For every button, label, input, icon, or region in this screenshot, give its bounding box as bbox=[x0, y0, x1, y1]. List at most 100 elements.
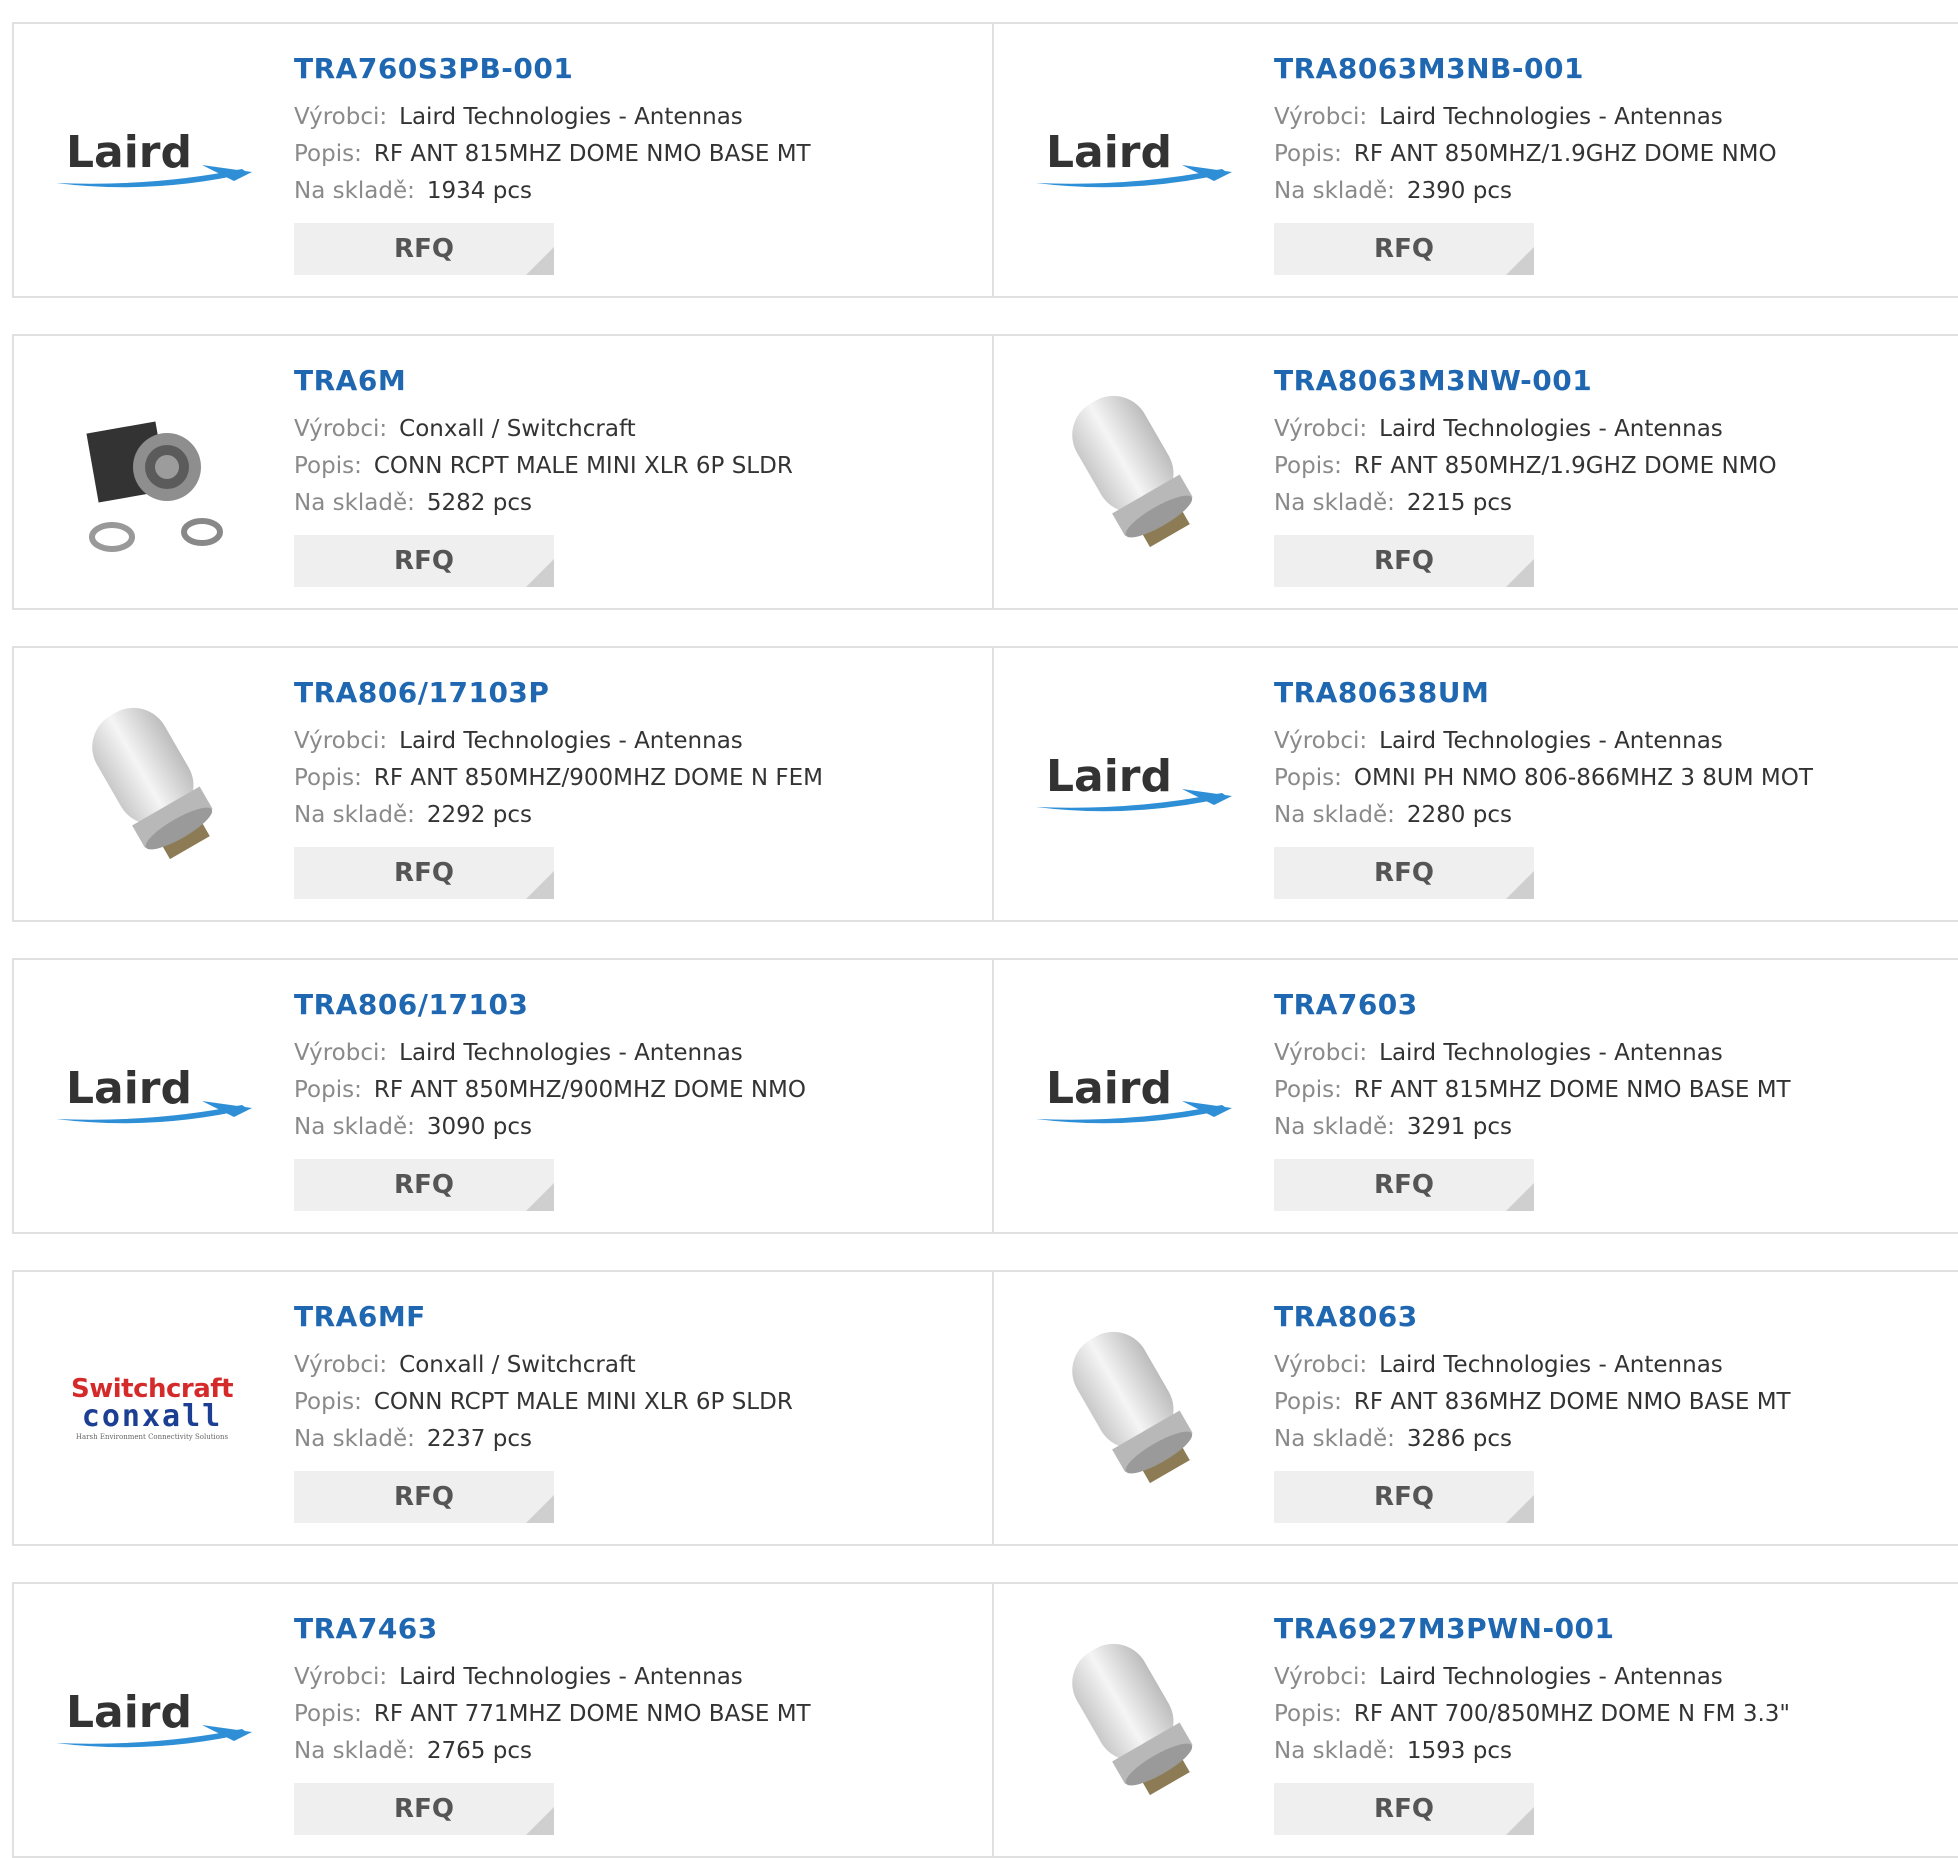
part-number-link[interactable]: TRA80638UM bbox=[1274, 676, 1813, 709]
manufacturer-line: Výrobci: Laird Technologies - Antennas bbox=[294, 723, 823, 760]
stock-line: Na skladě: 2280 pcs bbox=[1274, 797, 1813, 834]
stock-label: Na skladě: bbox=[294, 802, 415, 828]
laird-logo: Laird bbox=[56, 1063, 252, 1124]
description-label: Popis: bbox=[294, 141, 362, 167]
description-line: Popis: CONN RCPT MALE MINI XLR 6P SLDR bbox=[294, 448, 793, 485]
product-row: Laird TRA760S3PB-001 Výrobci: Laird Techn… bbox=[12, 22, 1958, 298]
corner-triangle-icon bbox=[1506, 1183, 1534, 1211]
product-card: Laird TRA806/17103 Výrobci: Laird Technol… bbox=[14, 960, 992, 1232]
rfq-button[interactable]: RFQ bbox=[294, 223, 554, 275]
part-number-link[interactable]: TRA6927M3PWN-001 bbox=[1274, 1612, 1790, 1645]
description-line: Popis: RF ANT 836MHZ DOME NMO BASE MT bbox=[1274, 1384, 1791, 1421]
part-number-link[interactable]: TRA760S3PB-001 bbox=[294, 52, 811, 85]
product-image[interactable]: Laird bbox=[1032, 60, 1232, 260]
corner-triangle-icon bbox=[526, 1807, 554, 1835]
description-label: Popis: bbox=[294, 1701, 362, 1727]
part-number-link[interactable]: TRA6M bbox=[294, 364, 793, 397]
laird-logo: Laird bbox=[56, 1687, 252, 1748]
stock-label: Na skladě: bbox=[1274, 490, 1395, 516]
product-image[interactable] bbox=[1032, 372, 1232, 572]
part-number-link[interactable]: TRA6MF bbox=[294, 1300, 793, 1333]
product-image[interactable] bbox=[52, 684, 252, 884]
product-image[interactable]: Laird bbox=[1032, 996, 1232, 1196]
rfq-button[interactable]: RFQ bbox=[1274, 1471, 1534, 1523]
product-card: Switchcraft conxall Harsh Environment Co… bbox=[14, 1272, 992, 1544]
manufacturer-value: Conxall / Switchcraft bbox=[399, 416, 636, 442]
stock-value: 2765 pcs bbox=[426, 1738, 532, 1764]
corner-triangle-icon bbox=[1506, 1807, 1534, 1835]
logo-text: Laird bbox=[1046, 751, 1172, 802]
description-line: Popis: RF ANT 700/850MHZ DOME N FM 3.3" bbox=[1274, 1696, 1790, 1733]
description-value: OMNI PH NMO 806-866MHZ 3 8UM MOT bbox=[1353, 765, 1813, 791]
manufacturer-value: Laird Technologies - Antennas bbox=[399, 1040, 743, 1066]
rfq-button[interactable]: RFQ bbox=[294, 1159, 554, 1211]
part-number-link[interactable]: TRA806/17103 bbox=[294, 988, 806, 1021]
stock-line: Na skladě: 2765 pcs bbox=[294, 1733, 811, 1770]
stock-label: Na skladě: bbox=[1274, 1114, 1395, 1140]
rfq-button[interactable]: RFQ bbox=[294, 1783, 554, 1835]
corner-triangle-icon bbox=[526, 247, 554, 275]
product-card: Laird TRA7603 Výrobci: Laird Technologies… bbox=[992, 960, 1958, 1232]
part-number-link[interactable]: TRA7603 bbox=[1274, 988, 1791, 1021]
rfq-button[interactable]: RFQ bbox=[1274, 1783, 1534, 1835]
product-row: Laird TRA7463 Výrobci: Laird Technologies… bbox=[12, 1582, 1958, 1858]
product-image[interactable] bbox=[1032, 1620, 1232, 1820]
product-info: TRA7603 Výrobci: Laird Technologies - Ant… bbox=[1274, 988, 1791, 1211]
stock-value: 5282 pcs bbox=[426, 490, 532, 516]
laird-logo: Laird bbox=[56, 127, 252, 188]
manufacturer-value: Laird Technologies - Antennas bbox=[399, 1664, 743, 1690]
stock-line: Na skladě: 1934 pcs bbox=[294, 173, 811, 210]
description-label: Popis: bbox=[1274, 765, 1342, 791]
stock-line: Na skladě: 5282 pcs bbox=[294, 485, 793, 522]
product-image[interactable]: Laird bbox=[52, 60, 252, 260]
manufacturer-value: Laird Technologies - Antennas bbox=[1379, 1040, 1723, 1066]
corner-triangle-icon bbox=[1506, 871, 1534, 899]
product-info: TRA80638UM Výrobci: Laird Technologies - … bbox=[1274, 676, 1813, 899]
product-image[interactable]: Laird bbox=[1032, 684, 1232, 884]
rfq-button[interactable]: RFQ bbox=[1274, 535, 1534, 587]
product-image[interactable] bbox=[1032, 1308, 1232, 1508]
rfq-label: RFQ bbox=[1374, 546, 1434, 576]
logo-text: Laird bbox=[66, 1063, 192, 1114]
manufacturer-value: Laird Technologies - Antennas bbox=[1379, 1664, 1723, 1690]
manufacturer-value: Laird Technologies - Antennas bbox=[1379, 416, 1723, 442]
corner-triangle-icon bbox=[1506, 247, 1534, 275]
product-row: Switchcraft conxall Harsh Environment Co… bbox=[12, 1270, 1958, 1546]
rfq-button[interactable]: RFQ bbox=[294, 535, 554, 587]
description-label: Popis: bbox=[1274, 453, 1342, 479]
corner-triangle-icon bbox=[526, 1495, 554, 1523]
rfq-button[interactable]: RFQ bbox=[294, 1471, 554, 1523]
part-number-link[interactable]: TRA7463 bbox=[294, 1612, 811, 1645]
part-number-link[interactable]: TRA8063M3NW-001 bbox=[1274, 364, 1777, 397]
product-image[interactable] bbox=[52, 372, 252, 572]
product-image[interactable]: Laird bbox=[52, 1620, 252, 1820]
product-info: TRA8063 Výrobci: Laird Technologies - Ant… bbox=[1274, 1300, 1791, 1523]
rfq-button[interactable]: RFQ bbox=[1274, 1159, 1534, 1211]
manufacturer-line: Výrobci: Laird Technologies - Antennas bbox=[1274, 411, 1777, 448]
manufacturer-line: Výrobci: Laird Technologies - Antennas bbox=[1274, 723, 1813, 760]
rfq-label: RFQ bbox=[1374, 1170, 1434, 1200]
stock-value: 2280 pcs bbox=[1406, 802, 1512, 828]
manufacturer-label: Výrobci: bbox=[294, 1352, 388, 1378]
product-card: Laird TRA80638UM Výrobci: Laird Technolog… bbox=[992, 648, 1958, 920]
stock-value: 1934 pcs bbox=[426, 178, 532, 204]
laird-logo: Laird bbox=[1036, 127, 1232, 188]
part-number-link[interactable]: TRA8063 bbox=[1274, 1300, 1791, 1333]
description-line: Popis: CONN RCPT MALE MINI XLR 6P SLDR bbox=[294, 1384, 793, 1421]
description-value: CONN RCPT MALE MINI XLR 6P SLDR bbox=[373, 453, 793, 479]
part-number-link[interactable]: TRA8063M3NB-001 bbox=[1274, 52, 1777, 85]
part-number-link[interactable]: TRA806/17103P bbox=[294, 676, 823, 709]
stock-value: 2292 pcs bbox=[426, 802, 532, 828]
description-line: Popis: RF ANT 771MHZ DOME NMO BASE MT bbox=[294, 1696, 811, 1733]
manufacturer-label: Výrobci: bbox=[294, 104, 388, 130]
rfq-label: RFQ bbox=[394, 1482, 454, 1512]
rfq-button[interactable]: RFQ bbox=[1274, 223, 1534, 275]
product-image[interactable]: Laird bbox=[52, 996, 252, 1196]
rfq-button[interactable]: RFQ bbox=[1274, 847, 1534, 899]
rfq-button[interactable]: RFQ bbox=[294, 847, 554, 899]
product-card: TRA6M Výrobci: Conxall / Switchcraft Popi… bbox=[14, 336, 992, 608]
stock-label: Na skladě: bbox=[294, 1426, 415, 1452]
rfq-label: RFQ bbox=[394, 546, 454, 576]
description-label: Popis: bbox=[1274, 1389, 1342, 1415]
product-image[interactable]: Switchcraft conxall Harsh Environment Co… bbox=[52, 1308, 252, 1508]
